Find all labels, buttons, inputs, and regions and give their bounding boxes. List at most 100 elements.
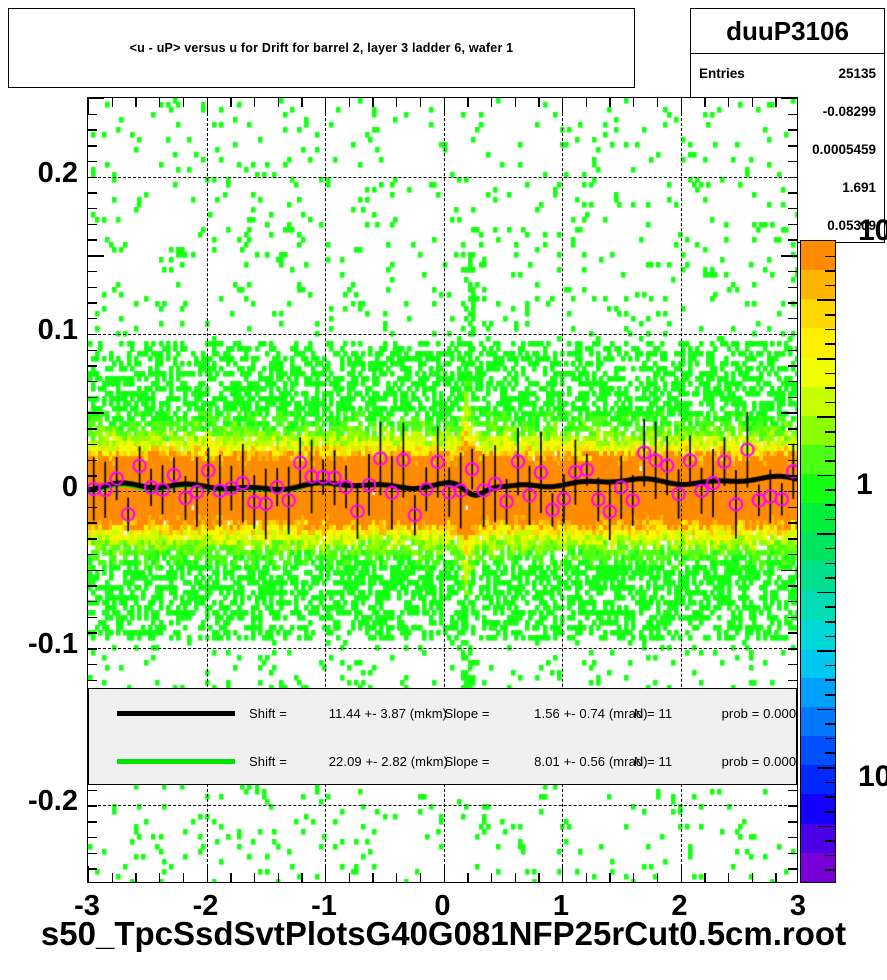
palette-tick <box>825 810 835 813</box>
palette-tick <box>825 270 835 272</box>
y-tick-left <box>88 459 97 461</box>
palette-tick <box>825 752 835 755</box>
y-tick-left <box>88 601 97 603</box>
palette-band <box>801 677 835 707</box>
x-tick-bottom <box>372 873 374 882</box>
palette-tick <box>825 284 835 287</box>
slope-value: 8.01 +- 0.56 (mrad) <box>534 753 648 769</box>
shift-label: Shift = <box>249 705 287 721</box>
y-tick-left <box>88 302 97 304</box>
y-tick-right <box>788 679 797 682</box>
y-tick-right <box>788 616 797 619</box>
palette-band <box>801 619 835 649</box>
y-tick-left <box>88 663 97 666</box>
x-tick-bottom <box>751 873 753 882</box>
y-tick-right <box>788 223 797 226</box>
x-tick-bottom <box>301 873 303 882</box>
histogram-name: duuP3106 <box>691 9 884 54</box>
x-tick-bottom <box>609 873 611 882</box>
y-tick-right <box>788 349 797 351</box>
y-tick-left <box>88 553 97 556</box>
x-tick-bottom <box>182 873 185 882</box>
y-tick-right <box>788 475 797 477</box>
palette-label-bottom: 10 <box>858 760 887 793</box>
y-tick-right <box>781 255 797 257</box>
y-tick-right <box>781 569 797 571</box>
palette-band <box>801 561 835 591</box>
n-label: N = 11 <box>633 705 673 721</box>
y-tick-right <box>788 868 797 870</box>
y-tick-right <box>788 428 797 430</box>
list-item: Shift = 11.44 +- 3.87 (mkm) Slope = 1.56… <box>89 689 796 737</box>
y-tick-left <box>88 585 97 587</box>
y-tick-left <box>88 255 104 257</box>
palette-tick <box>825 547 835 550</box>
y-tick-right <box>788 318 797 320</box>
palette-band <box>801 823 835 853</box>
y-tick-right <box>788 491 797 493</box>
palette-tick <box>817 767 835 769</box>
y-tick-left <box>88 679 97 682</box>
x-tick-bottom <box>348 873 351 882</box>
y-tick-right <box>788 302 797 304</box>
palette-tick <box>825 328 835 331</box>
y-tick-left <box>88 349 97 351</box>
palette-tick <box>825 723 835 725</box>
x-tick-bottom <box>206 866 208 882</box>
palette-tick <box>825 489 835 492</box>
y-tick-left <box>88 318 97 320</box>
y-tick-right <box>788 145 797 147</box>
y-tick-right <box>788 459 797 461</box>
y-tick-left <box>88 506 97 509</box>
palette-tick <box>817 591 835 594</box>
plot-title-box: <u - uP> versus u for Drift for barrel 2… <box>8 8 635 88</box>
y-tick-right <box>788 443 797 446</box>
palette-band <box>801 765 835 795</box>
x-tick-top <box>372 98 374 107</box>
palette-tick <box>817 708 835 711</box>
x-tick-bottom <box>514 873 516 882</box>
y-tick-left <box>88 286 97 289</box>
palette-band <box>801 794 835 824</box>
y-tick-left <box>88 129 97 131</box>
palette-tick <box>825 314 835 316</box>
y-tick-left <box>88 239 97 241</box>
y-tick-left <box>88 380 97 383</box>
x-tick-bottom <box>325 866 327 882</box>
y-tick-label: -0.2 <box>28 785 78 818</box>
x-tick-top <box>301 98 303 107</box>
slope-label: Slope = <box>444 753 490 769</box>
y-tick-right <box>788 270 797 273</box>
y-tick-left <box>88 836 97 839</box>
y-tick-right <box>788 286 797 289</box>
n-label: N = 11 <box>633 753 673 769</box>
y-tick-left <box>88 428 97 430</box>
legend-line-swatch <box>117 758 235 764</box>
palette-tick <box>825 869 835 871</box>
x-tick-bottom <box>419 873 422 882</box>
y-tick-right <box>788 836 797 839</box>
y-tick-left <box>88 98 104 100</box>
palette-tick <box>825 606 835 608</box>
x-tick-top <box>775 98 777 107</box>
x-tick-bottom <box>396 873 398 882</box>
palette-tick <box>825 255 835 258</box>
y-tick-left <box>88 145 97 147</box>
prob-label: prob = 0.000 <box>721 753 797 769</box>
y-tick-right <box>788 648 797 650</box>
palette-tick <box>825 401 835 404</box>
palette-tick <box>825 796 835 798</box>
x-tick-top <box>348 98 351 107</box>
x-tick-bottom <box>490 873 493 882</box>
stat-value: 25135 <box>838 65 876 81</box>
shift-value: 22.09 +- 2.82 (mkm) <box>328 753 449 769</box>
y-tick-right <box>788 852 797 854</box>
y-tick-right <box>781 412 797 414</box>
x-tick-top <box>88 98 90 114</box>
x-tick-top <box>490 98 493 107</box>
x-tick-bottom <box>775 873 777 882</box>
x-tick-bottom <box>585 873 588 882</box>
shift-label: Shift = <box>249 753 287 769</box>
x-tick-top <box>396 98 398 107</box>
palette-band <box>801 590 835 620</box>
